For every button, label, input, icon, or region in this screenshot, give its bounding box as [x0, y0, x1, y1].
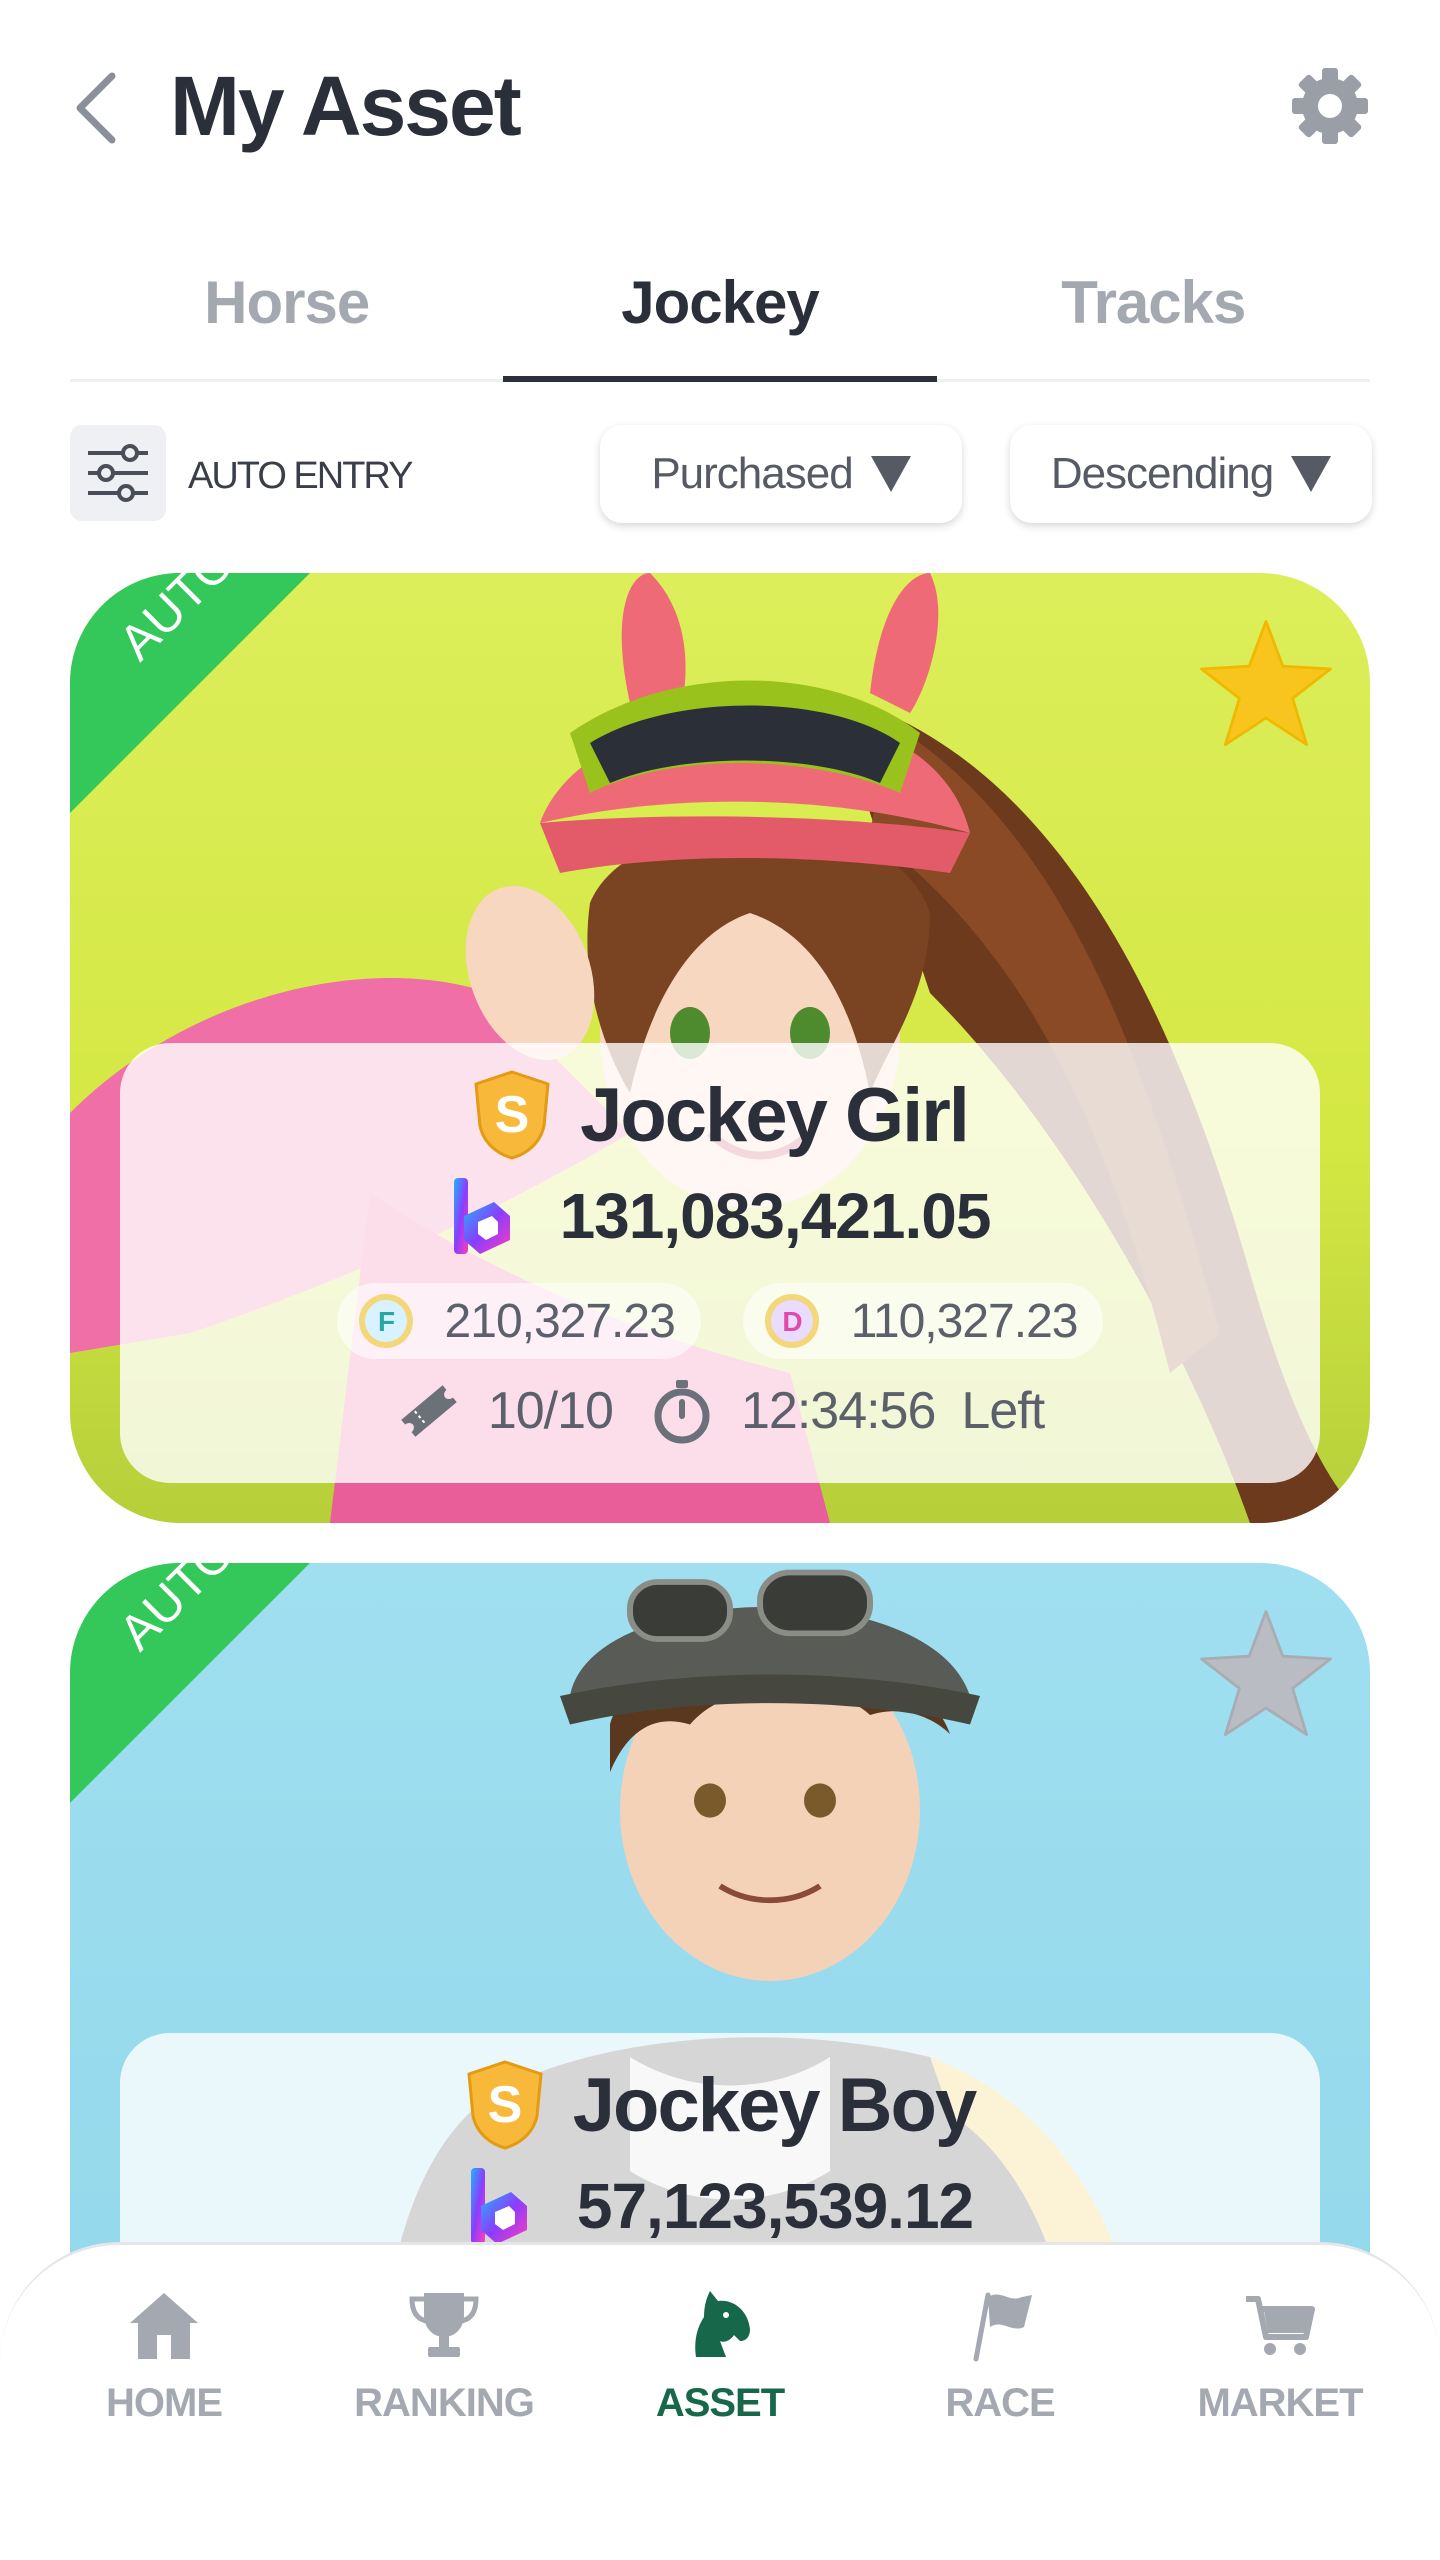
- b-logo-icon: [453, 1178, 510, 1254]
- price-row: 131,083,421.05: [120, 1171, 1320, 1261]
- price-value: 131,083,421.05: [559, 1180, 992, 1252]
- app-header: My Asset: [0, 0, 1440, 220]
- home-icon: [130, 2293, 198, 2359]
- order-dropdown[interactable]: Descending: [1010, 425, 1372, 523]
- price-row: 57,123,539.12: [120, 2161, 1320, 2251]
- trophy-icon: [409, 2293, 479, 2357]
- cart-icon: [1246, 2296, 1315, 2355]
- page-title: My Asset: [170, 59, 522, 153]
- caret-down-icon: [1291, 456, 1332, 492]
- ticket-group: 10/10: [396, 1378, 614, 1444]
- ticket-icon: [401, 1385, 457, 1437]
- jockey-name: Jockey Boy: [572, 2062, 977, 2148]
- nav-race[interactable]: RACE: [880, 2285, 1120, 2465]
- jockey-info-panel: S Jockey Girl 131,083,421.05 F 210,327.2…: [120, 1043, 1320, 1483]
- horse-head-icon: [695, 2291, 750, 2357]
- b-logo-icon: [470, 2168, 527, 2244]
- name-row: S Jockey Boy: [120, 2055, 1320, 2155]
- tab-tracks[interactable]: Tracks: [937, 250, 1370, 379]
- jockey-card[interactable]: AUTO S Jockey Girl 131,083,421.05 F 210,…: [70, 573, 1370, 1523]
- d-token-icon: D: [764, 1294, 819, 1348]
- nav-asset[interactable]: ASSET: [600, 2285, 840, 2465]
- nav-label: RANKING: [354, 2381, 535, 2425]
- token-f-value: 210,327.23: [444, 1294, 676, 1348]
- tab-jockey[interactable]: Jockey: [503, 250, 937, 382]
- favorite-star-icon[interactable]: [1196, 613, 1336, 753]
- price-value: 57,123,539.12: [576, 2170, 974, 2242]
- auto-ribbon: AUTO: [70, 1563, 310, 1803]
- grade-badge: S: [474, 1070, 550, 1160]
- chevron-left-icon: [76, 72, 116, 144]
- caret-down-icon: [870, 456, 911, 492]
- tab-horse[interactable]: Horse: [70, 250, 503, 379]
- order-value: Descending: [1050, 449, 1274, 498]
- name-row: S Jockey Girl: [120, 1065, 1320, 1165]
- time-left: 12:34:56: [740, 1382, 936, 1440]
- timer-group: 12:34:56 Left: [649, 1378, 1045, 1444]
- token-f-letter: F: [377, 1306, 394, 1337]
- nav-label: RACE: [945, 2381, 1055, 2425]
- auto-ribbon: AUTO: [70, 573, 310, 813]
- stopwatch-icon: [654, 1380, 710, 1444]
- token-d-letter: D: [782, 1306, 802, 1337]
- gear-icon: [1292, 68, 1368, 144]
- nav-label: ASSET: [655, 2381, 785, 2425]
- sort-by-dropdown[interactable]: Purchased: [600, 425, 962, 523]
- asset-tabs: Horse Jockey Tracks: [70, 250, 1370, 382]
- sliders-icon: [88, 444, 148, 502]
- token-f-pill: F 210,327.23: [336, 1283, 701, 1359]
- time-left-suffix: Left: [961, 1382, 1045, 1440]
- nav-label: MARKET: [1197, 2381, 1363, 2425]
- sort-by-value: Purchased: [651, 449, 853, 498]
- bottom-nav: HOME RANKING ASSET RACE MARKET: [0, 2242, 1440, 2560]
- token-row: F 210,327.23 D 110,327.23: [120, 1283, 1320, 1359]
- nav-market[interactable]: MARKET: [1160, 2285, 1400, 2465]
- auto-entry-label[interactable]: AUTO ENTRY: [188, 455, 414, 498]
- back-button[interactable]: [68, 68, 128, 148]
- nav-ranking[interactable]: RANKING: [324, 2285, 564, 2465]
- settings-button[interactable]: [1290, 66, 1370, 146]
- ticket-count: 10/10: [487, 1382, 614, 1440]
- filter-row: AUTO ENTRY Purchased Descending: [70, 425, 1372, 525]
- auto-entry-button[interactable]: [70, 425, 166, 521]
- favorite-star-icon[interactable]: [1196, 1603, 1336, 1743]
- f-token-icon: F: [358, 1294, 413, 1348]
- grade-letter: S: [495, 1086, 530, 1144]
- grade-letter: S: [487, 2076, 522, 2134]
- meta-row: 10/10 12:34:56 Left: [120, 1373, 1320, 1449]
- token-d-value: 110,327.23: [850, 1294, 1079, 1348]
- nav-home[interactable]: HOME: [44, 2285, 284, 2465]
- token-d-pill: D 110,327.23: [742, 1283, 1104, 1359]
- flag-icon: [973, 2292, 1032, 2362]
- jockey-name: Jockey Girl: [580, 1072, 970, 1158]
- nav-label: HOME: [106, 2381, 223, 2425]
- grade-badge: S: [467, 2060, 543, 2150]
